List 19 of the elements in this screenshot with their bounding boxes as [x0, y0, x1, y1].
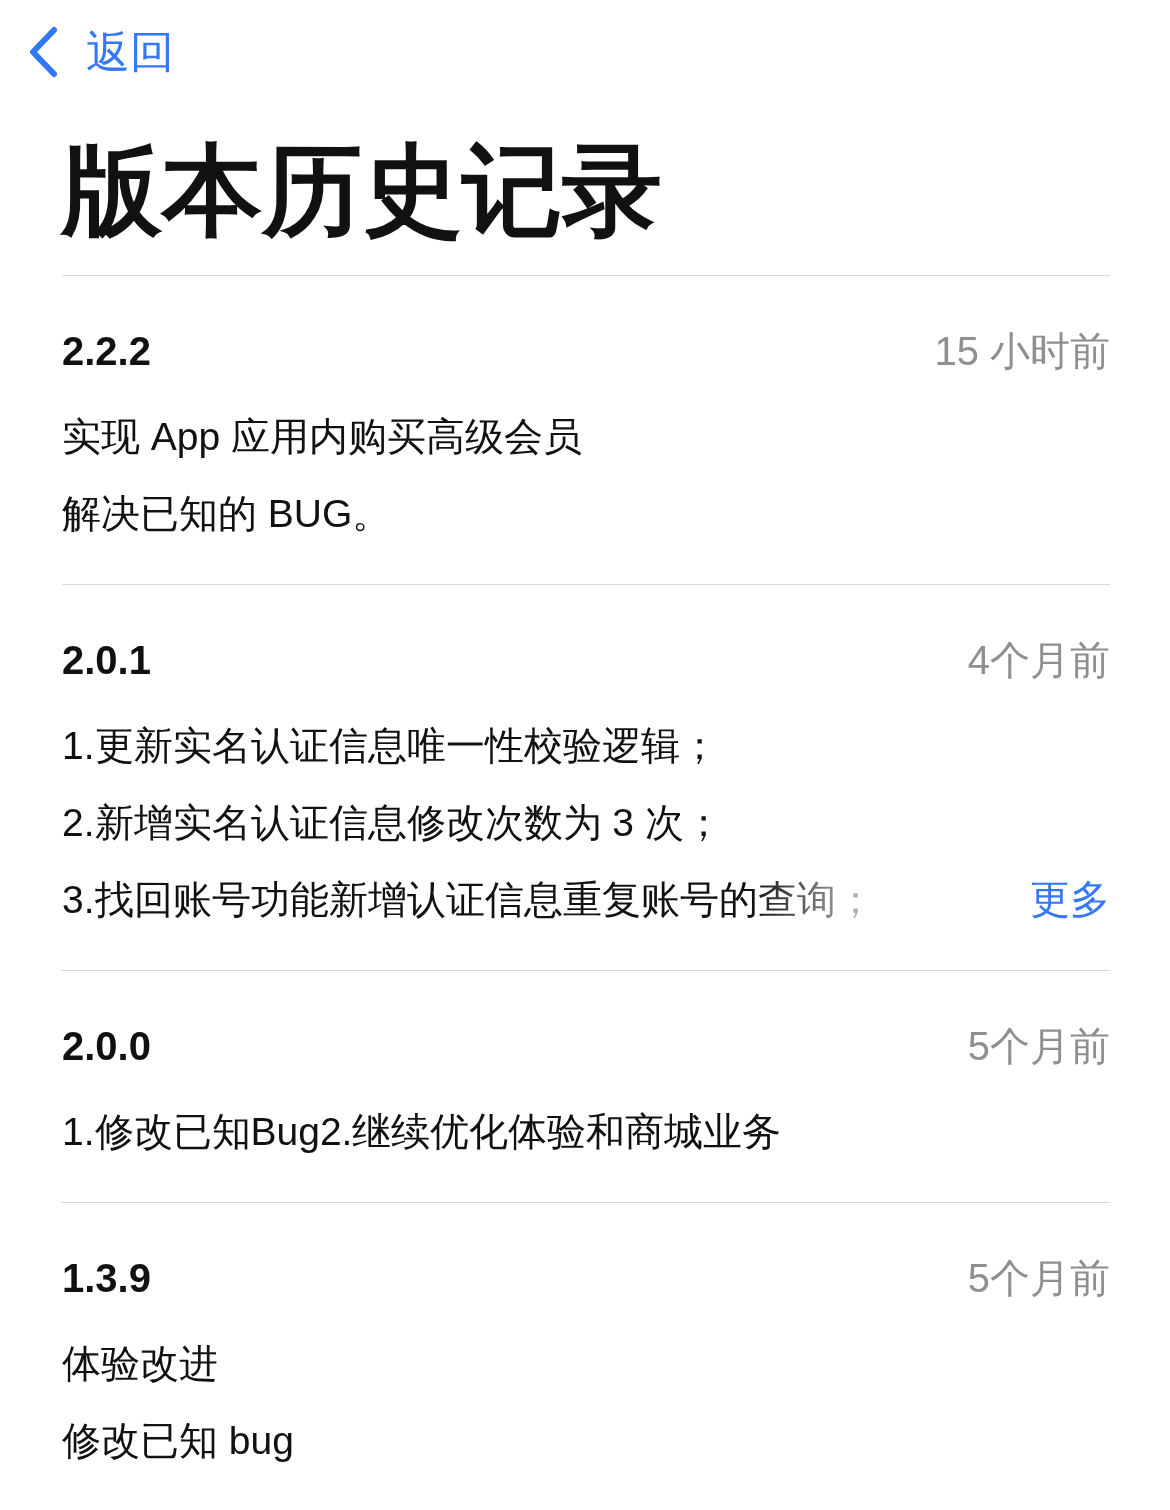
- more-link[interactable]: 更多: [1030, 872, 1110, 927]
- release-date: 5个月前: [967, 1022, 1110, 1070]
- release-date: 5个月前: [967, 1254, 1110, 1302]
- release-date: 4个月前: [967, 636, 1110, 684]
- release-note: 实现 App 应用内购买高级会员: [62, 413, 583, 460]
- release-note: 体验改进: [62, 1340, 218, 1387]
- chevron-left-icon: [28, 26, 58, 78]
- page-title: 版本历史记录: [62, 130, 1110, 276]
- release-date: 15 小时前: [934, 327, 1110, 375]
- version-number: 2.0.1: [62, 637, 151, 683]
- release-note: 1.更新实名认证信息唯一性校验逻辑；: [62, 722, 719, 769]
- version-number: 2.0.0: [62, 1023, 151, 1069]
- release-note: 解决已知的 BUG。: [62, 490, 392, 537]
- release-note: 2.新增实名认证信息修改次数为 3 次；: [62, 799, 723, 846]
- release-note: 修改已知 bug: [62, 1417, 294, 1464]
- back-button[interactable]: 返回: [28, 22, 174, 82]
- version-number: 2.2.2: [62, 328, 151, 374]
- release-note: 1.修改已知Bug2.继续优化体验和商城业务: [62, 1108, 782, 1155]
- version-number: 1.3.9: [62, 1255, 151, 1301]
